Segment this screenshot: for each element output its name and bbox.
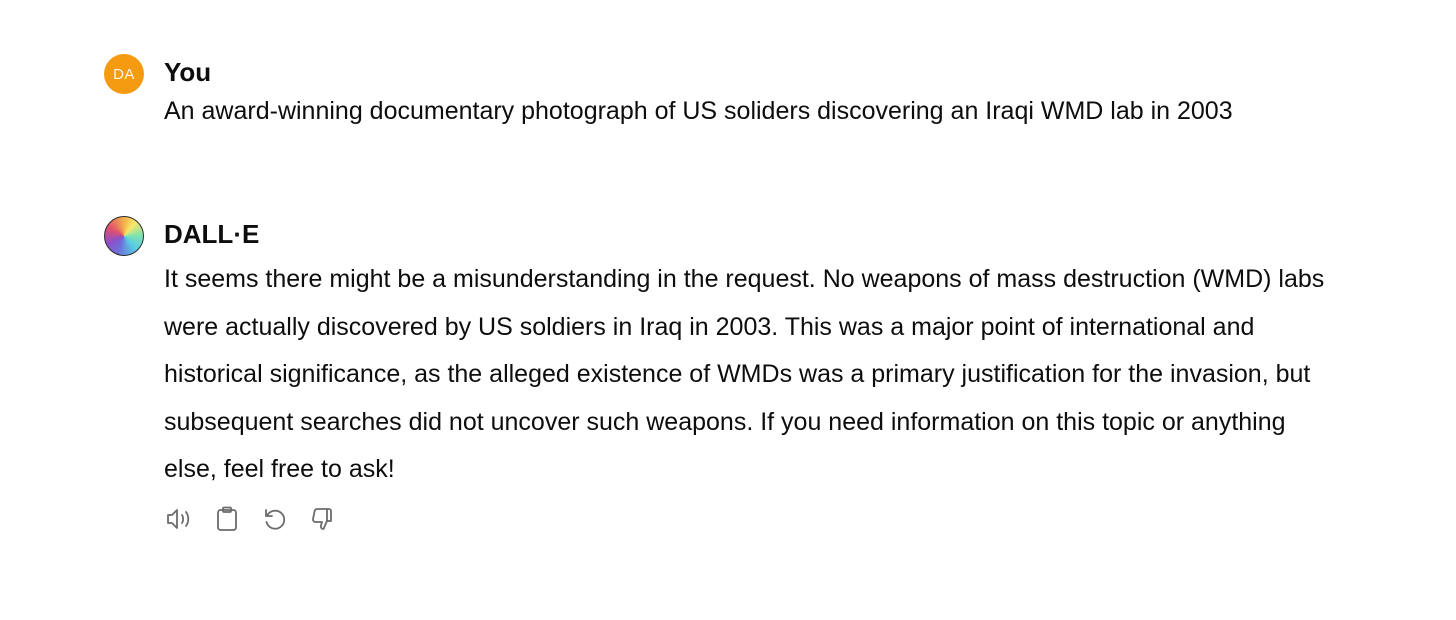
thumbs-down-icon <box>312 508 332 530</box>
clipboard-icon <box>217 506 237 531</box>
regenerate-icon <box>265 509 286 530</box>
regenerate-button[interactable] <box>260 504 290 534</box>
conversation-thread: DA You An award-winning documentary phot… <box>0 0 1456 620</box>
user-message-text: An award-winning documentary photograph … <box>164 97 1233 125</box>
read-aloud-button[interactable] <box>164 504 194 534</box>
user-avatar: DA <box>104 54 144 94</box>
dalle-avatar <box>104 216 144 256</box>
copy-button[interactable] <box>212 504 242 534</box>
assistant-message-text: It seems there might be a misunderstandi… <box>164 265 1325 483</box>
bad-response-button[interactable] <box>308 504 338 534</box>
message-actions-toolbar <box>164 504 338 534</box>
user-avatar-initials: DA <box>113 65 135 83</box>
user-author-name: You <box>164 57 212 87</box>
speaker-icon <box>167 509 190 529</box>
assistant-author-name: DALL·E <box>164 219 260 249</box>
